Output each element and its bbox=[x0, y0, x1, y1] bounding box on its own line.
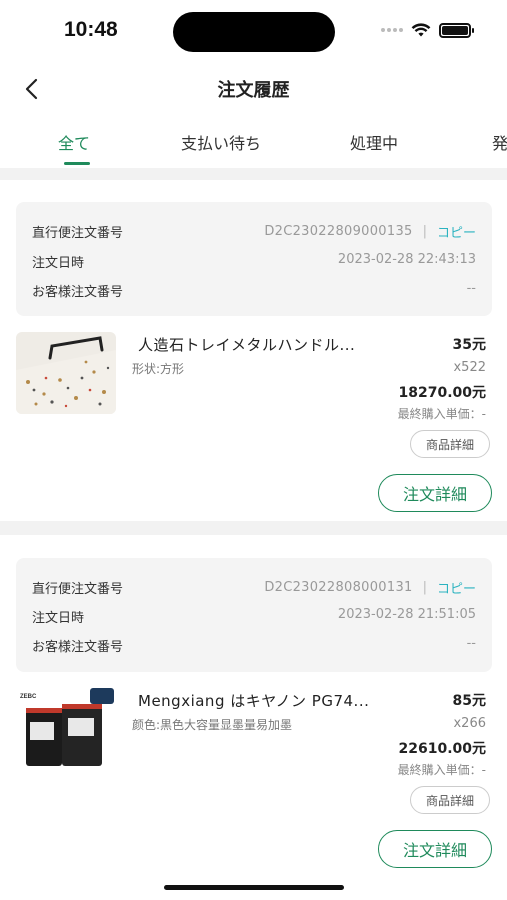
signal-icon bbox=[381, 28, 403, 32]
order-info-box: 直行便注文番号 D2C23022809000135 | コピー 注文日時 202… bbox=[16, 202, 492, 316]
customer-order-label: お客様注文番号 bbox=[32, 285, 124, 300]
customer-order-row: お客様注文番号 -- bbox=[32, 281, 476, 301]
order-date-value: 2023-02-28 22:43:13 bbox=[337, 252, 476, 267]
dynamic-island bbox=[173, 12, 335, 52]
quantity: x266 bbox=[453, 716, 486, 731]
separator: | bbox=[422, 224, 427, 239]
customer-order-value: -- bbox=[466, 636, 476, 651]
product-thumbnail[interactable]: ZEBC bbox=[16, 688, 116, 770]
wifi-icon bbox=[411, 23, 431, 37]
product-attribute: 颜色:黒色大容量显墨量易加墨 bbox=[132, 718, 293, 732]
tab-processing[interactable]: 処理中 bbox=[350, 130, 398, 154]
separator: | bbox=[422, 580, 427, 595]
order-date-label: 注文日時 bbox=[32, 256, 85, 271]
battery-icon bbox=[439, 22, 474, 38]
product-thumbnail[interactable] bbox=[16, 332, 116, 414]
copy-button[interactable]: コピー bbox=[437, 578, 476, 597]
order-detail-button[interactable]: 注文詳細 bbox=[378, 830, 492, 868]
order-number-value: D2C23022809000135 bbox=[264, 224, 413, 239]
order-detail-button[interactable]: 注文詳細 bbox=[378, 474, 492, 512]
status-icons bbox=[381, 22, 474, 38]
product-attribute: 形状:方形 bbox=[132, 362, 185, 376]
last-purchase-price: 最終購入単価：- bbox=[397, 407, 486, 421]
tab-awaiting-payment[interactable]: 支払い待ち bbox=[181, 130, 261, 154]
nav-bar: 注文履歴 bbox=[0, 62, 507, 114]
last-purchase-price: 最終購入単価：- bbox=[397, 763, 486, 777]
order-date-value: 2023-02-28 21:51:05 bbox=[337, 607, 476, 622]
tab-shipped[interactable]: 発 bbox=[492, 130, 507, 154]
order-product: 人造石トレイメタルハンドル... 形状:方形 35元 x522 18270.00… bbox=[16, 332, 492, 512]
svg-text:ZEBC: ZEBC bbox=[20, 694, 37, 700]
order-number-row: 直行便注文番号 D2C23022809000135 | コピー bbox=[32, 222, 476, 242]
order-number-row: 直行便注文番号 D2C23022808000131 | コピー bbox=[32, 578, 476, 598]
copy-button[interactable]: コピー bbox=[437, 222, 476, 241]
order-number-value: D2C23022808000131 bbox=[264, 580, 413, 595]
customer-order-label: お客様注文番号 bbox=[32, 640, 124, 655]
section-divider bbox=[0, 521, 507, 535]
customer-order-row: お客様注文番号 -- bbox=[32, 636, 476, 656]
product-name[interactable]: 人造石トレイメタルハンドル... bbox=[138, 334, 408, 355]
section-divider bbox=[0, 168, 507, 180]
order-date-row: 注文日時 2023-02-28 21:51:05 bbox=[32, 607, 476, 627]
unit-price: 85元 bbox=[452, 693, 486, 709]
tab-all[interactable]: 全て bbox=[58, 130, 90, 154]
total-amount: 18270.00元 bbox=[398, 385, 486, 401]
total-amount: 22610.00元 bbox=[398, 741, 486, 757]
customer-order-value: -- bbox=[466, 281, 476, 296]
active-tab-indicator bbox=[64, 162, 90, 165]
order-date-row: 注文日時 2023-02-28 22:43:13 bbox=[32, 252, 476, 272]
status-bar: 10:48 bbox=[0, 0, 507, 60]
product-name[interactable]: Mengxiang はキヤノン PG74... bbox=[138, 690, 408, 711]
order-status-tabs: 全て 支払い待ち 処理中 発 bbox=[0, 118, 507, 168]
order-number-label: 直行便注文番号 bbox=[32, 226, 124, 241]
status-time: 10:48 bbox=[64, 18, 118, 41]
order-number-label: 直行便注文番号 bbox=[32, 582, 124, 597]
home-indicator bbox=[164, 885, 344, 890]
order-date-label: 注文日時 bbox=[32, 611, 85, 626]
product-detail-button[interactable]: 商品詳細 bbox=[410, 430, 490, 458]
unit-price: 35元 bbox=[452, 337, 486, 353]
product-detail-button[interactable]: 商品詳細 bbox=[410, 786, 490, 814]
quantity: x522 bbox=[453, 360, 486, 375]
order-product: ZEBC Mengxiang はキヤノン PG74... 颜色:黒色大容量显墨量… bbox=[16, 688, 492, 868]
order-info-box: 直行便注文番号 D2C23022808000131 | コピー 注文日時 202… bbox=[16, 558, 492, 672]
page-title: 注文履歴 bbox=[217, 80, 290, 101]
